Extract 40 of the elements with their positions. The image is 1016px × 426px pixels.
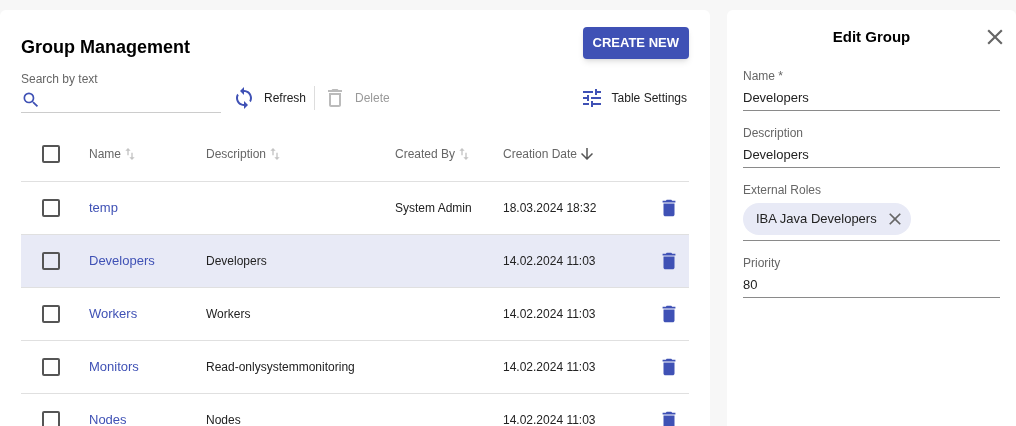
table-row[interactable]: Developers Developers 14.02.2024 11:03 xyxy=(21,235,689,288)
table-cell-text: 14.02.2024 11:03 xyxy=(503,412,596,426)
column-header[interactable]: Created By xyxy=(395,145,473,163)
field-label: Description xyxy=(743,125,805,141)
field-label: External Roles xyxy=(743,182,823,198)
table-cell-text: Developers xyxy=(206,253,267,270)
table-cell-text: Read-onlysystemmonitoring xyxy=(206,359,355,376)
create-new-button[interactable]: CREATE NEW xyxy=(582,27,689,59)
toolbar-button[interactable]: Refresh xyxy=(230,86,309,110)
table-cell-text: 14.02.2024 11:03 xyxy=(503,253,596,270)
text-field[interactable]: 80 xyxy=(743,271,1000,297)
group-name-link[interactable]: Nodes xyxy=(89,410,127,426)
group-name-link[interactable]: temp xyxy=(89,198,118,218)
table-cell-text: Nodes xyxy=(206,412,241,426)
checkbox[interactable] xyxy=(42,145,60,163)
table-cell-text: 14.02.2024 11:03 xyxy=(503,306,596,323)
search-label: Search by text xyxy=(21,71,99,87)
page-title: Group Management xyxy=(21,36,190,59)
toolbar-button[interactable]: Table Settings xyxy=(577,86,689,110)
field-label: Name * xyxy=(743,68,784,84)
checkbox[interactable] xyxy=(42,305,60,323)
text-field[interactable]: Developers xyxy=(743,84,1000,110)
checkbox[interactable] xyxy=(42,199,60,217)
table-cell-text: System Admin xyxy=(395,200,472,217)
checkbox[interactable] xyxy=(42,252,60,270)
panel-title: Edit Group xyxy=(832,26,911,47)
table-cell-text: 14.02.2024 11:03 xyxy=(503,359,596,376)
role-chip[interactable]: IBA Java Developers xyxy=(743,203,911,235)
field-label: Priority xyxy=(743,255,782,271)
column-header[interactable]: Description xyxy=(206,145,284,163)
table-cell-text: Workers xyxy=(206,306,251,323)
column-header[interactable]: Name xyxy=(89,145,138,163)
table-cell-text: 18.03.2024 18:32 xyxy=(503,200,597,217)
text-field[interactable]: Developers xyxy=(743,141,1000,167)
checkbox[interactable] xyxy=(42,411,60,426)
column-header[interactable]: Creation Date xyxy=(503,145,597,163)
checkbox[interactable] xyxy=(42,358,60,376)
group-name-link[interactable]: Workers xyxy=(89,304,138,324)
group-name-link[interactable]: Monitors xyxy=(89,357,139,377)
group-name-link[interactable]: Developers xyxy=(89,251,155,271)
